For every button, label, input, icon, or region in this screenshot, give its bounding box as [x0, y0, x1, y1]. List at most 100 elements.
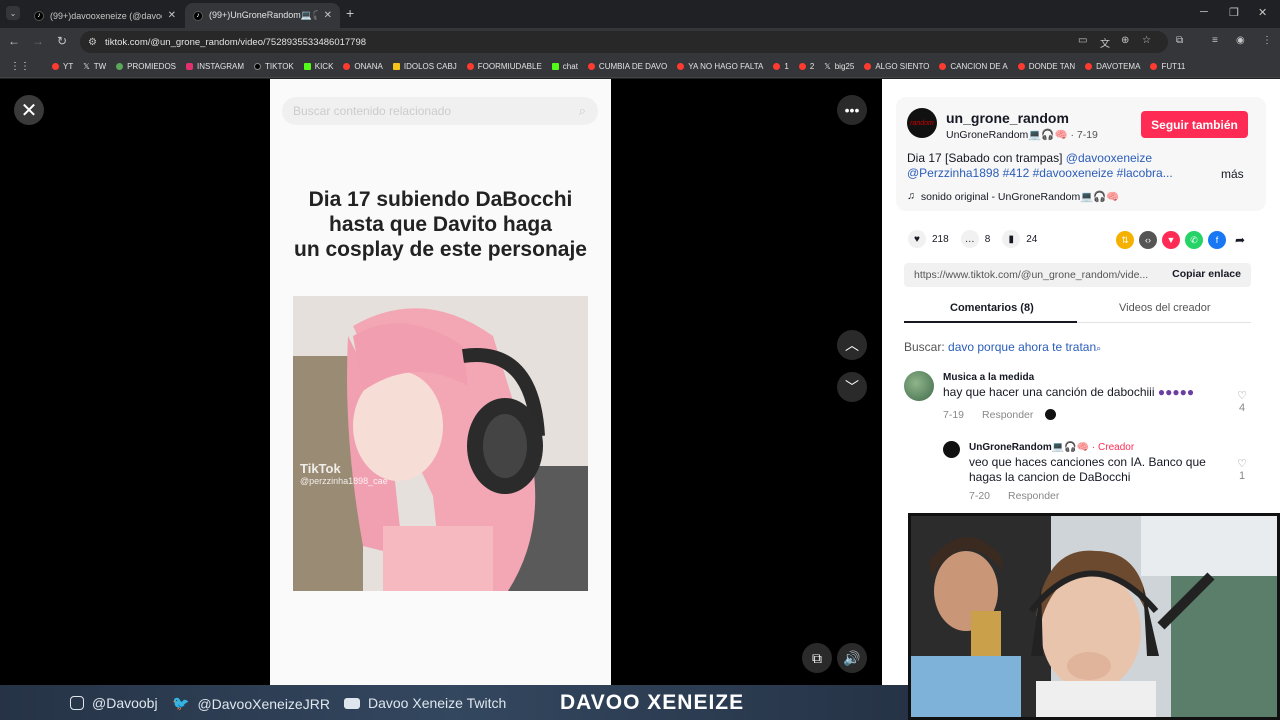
tab-search-button[interactable]: ⌄: [6, 6, 20, 20]
close-window-icon[interactable]: ✕: [1258, 6, 1267, 19]
bookmark-idolos[interactable]: IDOLOS CABJ: [392, 62, 457, 71]
bookmark-promiedos[interactable]: PROMIEDOS: [116, 62, 176, 71]
pip-icon[interactable]: ⧉: [802, 643, 832, 673]
comment-body: hay que hacer una canción de dabochiii: [943, 385, 1155, 399]
video-caption: Dia 17 subiendo DaBocchi hasta que Davit…: [270, 187, 611, 262]
bookmark-cancion[interactable]: CANCION DE A: [939, 62, 1008, 71]
sound-link[interactable]: ♫ sonido original - UnGroneRandom💻🎧🧠: [907, 190, 1119, 203]
bookmark-big25[interactable]: 𝕏big25: [824, 62, 854, 71]
comment-avatar[interactable]: [904, 371, 934, 401]
related-search-input[interactable]: Buscar contenido relacionado ⌕: [282, 97, 598, 125]
zoom-icon[interactable]: ⊕: [1121, 35, 1129, 46]
bookmark-2[interactable]: 2: [798, 62, 814, 71]
comment-author[interactable]: Musica a la medida: [943, 372, 1223, 383]
suggested-search[interactable]: Buscar: davo porque ahora te tratan⌕: [904, 340, 1101, 354]
media-icon[interactable]: ≡: [1212, 35, 1218, 46]
search-icon[interactable]: ⌕: [579, 103, 586, 119]
search-query-link[interactable]: davo porque ahora te tratan: [948, 340, 1096, 354]
bookmark-foormiudable[interactable]: FOORMIUDABLE: [466, 62, 542, 71]
like-button[interactable]: ♥ 218: [908, 230, 949, 248]
comment-like[interactable]: ♡ 4: [1232, 389, 1252, 414]
tab-creator-videos[interactable]: Videos del creador: [1119, 302, 1211, 314]
bookmark-tiktok[interactable]: TIKTOK: [254, 62, 294, 71]
reply-author[interactable]: UnGroneRandom💻🎧🧠: [969, 442, 1089, 453]
reply-button[interactable]: Responder: [1008, 490, 1059, 502]
heart-outline-icon: ♡: [1237, 458, 1247, 470]
search-placeholder: Buscar contenido relacionado: [293, 104, 452, 118]
footer-youtube: Davoo Xeneize Twitch: [344, 695, 506, 711]
previous-video-icon[interactable]: ︿: [837, 330, 867, 360]
address-bar[interactable]: ⚙ tiktok.com/@un_grone_random/video/7528…: [80, 31, 1168, 53]
bookmark-kick[interactable]: KICK: [303, 62, 333, 71]
profile-icon[interactable]: ◉: [1236, 35, 1245, 46]
tab-comments[interactable]: Comentarios (8): [950, 302, 1034, 314]
bookmark-instagram[interactable]: INSTAGRAM: [186, 62, 244, 71]
share-link-text: https://www.tiktok.com/@un_grone_random/…: [914, 269, 1149, 281]
video-frame[interactable]: Buscar contenido relacionado ⌕ Dia 17 su…: [270, 79, 611, 685]
watermark-brand: TikTok: [300, 461, 341, 476]
send-icon[interactable]: ▼: [1162, 231, 1180, 249]
back-icon[interactable]: ←: [6, 34, 22, 48]
reply-avatar[interactable]: [943, 441, 960, 458]
follow-button[interactable]: Seguir también: [1141, 111, 1248, 138]
comment-button[interactable]: … 8: [960, 230, 991, 248]
site-info-icon[interactable]: ⚙: [88, 37, 97, 48]
restore-icon[interactable]: ❐: [1229, 6, 1239, 19]
bookmark-chat[interactable]: chat: [551, 62, 578, 71]
bookmark-onana[interactable]: ONANA: [343, 62, 383, 71]
apps-icon[interactable]: ⋮⋮: [10, 61, 30, 72]
tab-davooxeneize[interactable]: ♪ (99+)davooxeneize (@davooxe ✕: [26, 3, 184, 28]
cast-icon[interactable]: ▭: [1078, 35, 1087, 46]
menu-icon[interactable]: ⋮: [1262, 35, 1272, 46]
whatsapp-icon[interactable]: ✆: [1185, 231, 1203, 249]
reply-date: 7-20: [969, 490, 991, 502]
extensions-icon[interactable]: ⧉: [1176, 35, 1183, 46]
reply-button[interactable]: Responder: [982, 409, 1033, 421]
share-icon[interactable]: ➦: [1231, 231, 1249, 249]
comment-count: 8: [984, 233, 991, 245]
bookmark-davotema[interactable]: DAVOTEMA: [1085, 62, 1140, 71]
embed-icon[interactable]: ‹›: [1139, 231, 1157, 249]
brain-emoji-icon: ●●●●●: [1157, 385, 1195, 399]
tab-title: (99+)UnGroneRandom💻🎧🧠 (@: [209, 10, 318, 20]
minimize-icon[interactable]: ─: [1200, 6, 1208, 18]
next-video-icon[interactable]: ﹀: [837, 372, 867, 402]
repost-icon[interactable]: ⇅: [1116, 231, 1134, 249]
close-tab-icon[interactable]: ✕: [324, 10, 332, 21]
save-button[interactable]: ▮ 24: [1002, 230, 1037, 248]
tab-title: (99+)davooxeneize (@davooxe: [50, 10, 162, 21]
bookmark-algo-siento[interactable]: ALGO SIENTO: [864, 62, 929, 71]
more-options-icon[interactable]: •••: [837, 95, 867, 125]
bookmark-fut11[interactable]: FUT11: [1150, 62, 1185, 71]
bookmark-tw[interactable]: 𝕏 TW: [83, 62, 106, 71]
forward-icon[interactable]: →: [30, 34, 46, 48]
bookmark-ya-no[interactable]: YA NO HAGO FALTA: [677, 62, 763, 71]
username[interactable]: un_grone_random: [946, 110, 1069, 126]
bookmark-donde-tan[interactable]: DONDE TAN: [1017, 62, 1075, 71]
volume-icon[interactable]: 🔊: [837, 643, 867, 673]
reply-like[interactable]: ♡ 1: [1232, 457, 1252, 482]
translate-icon[interactable]: 文: [1100, 35, 1110, 50]
facebook-icon[interactable]: f: [1208, 231, 1226, 249]
reply-like-count: 1: [1238, 470, 1246, 482]
bookmark-1[interactable]: 1: [773, 62, 789, 71]
tab-strip: ⌄ ♪ (99+)davooxeneize (@davooxe ✕ ♪ (99+…: [0, 0, 1280, 28]
footer-instagram: @Davoobj: [70, 695, 158, 711]
close-video-button[interactable]: ✕: [14, 95, 44, 125]
share-link-field[interactable]: https://www.tiktok.com/@un_grone_random/…: [904, 263, 1251, 287]
bookmark-star-icon[interactable]: ☆: [1142, 35, 1151, 46]
copy-link-button[interactable]: Copiar enlace: [1172, 268, 1241, 280]
bookmark-yt[interactable]: YT: [52, 62, 73, 71]
url-text: tiktok.com/@un_grone_random/video/752893…: [104, 36, 367, 48]
close-tab-icon[interactable]: ✕: [168, 10, 176, 21]
comment-meta: 7-19 Responder: [943, 409, 1223, 421]
reload-icon[interactable]: ↻: [54, 34, 70, 48]
more-button[interactable]: más: [1221, 167, 1244, 181]
promiedos-icon: [116, 63, 124, 70]
avatar[interactable]: random: [907, 108, 937, 138]
new-tab-button[interactable]: +: [346, 6, 354, 20]
sound-text: sonido original - UnGroneRandom💻🎧🧠: [920, 191, 1120, 203]
bookmark-cumbia[interactable]: CUMBIA DE DAVO: [587, 62, 667, 71]
tiktok-watermark: TikTok @perzzinha1898_cae: [300, 461, 388, 486]
tab-ungronerandom[interactable]: ♪ (99+)UnGroneRandom💻🎧🧠 (@ ✕: [185, 3, 340, 28]
